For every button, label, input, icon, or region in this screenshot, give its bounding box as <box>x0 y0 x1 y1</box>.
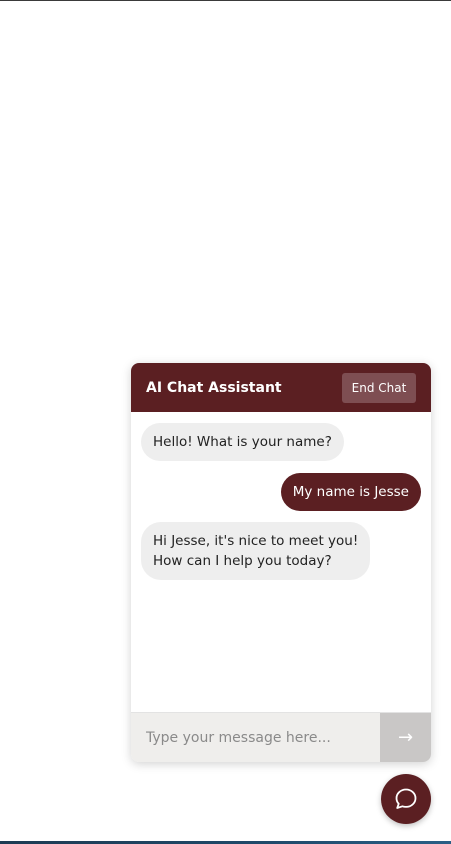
bot-message: Hi Jesse, it's nice to meet you! How can… <box>141 522 371 580</box>
user-message: My name is Jesse <box>280 473 421 511</box>
page-top-border <box>0 0 451 1</box>
message-input[interactable] <box>131 713 380 762</box>
chat-header: AI Chat Assistant End Chat <box>131 363 431 412</box>
chat-bubble-icon <box>395 788 417 809</box>
chat-window: AI Chat Assistant End Chat Hello! What i… <box>131 363 431 762</box>
chat-title: AI Chat Assistant <box>146 380 282 396</box>
send-arrow-icon: → <box>397 727 414 748</box>
message-input-row: → <box>131 712 431 762</box>
bot-message: Hello! What is your name? <box>141 423 344 461</box>
send-button[interactable]: → <box>380 713 431 762</box>
chat-launcher-button[interactable] <box>381 774 431 824</box>
message-list: Hello! What is your name? My name is Jes… <box>131 412 431 712</box>
end-chat-button[interactable]: End Chat <box>342 373 416 403</box>
